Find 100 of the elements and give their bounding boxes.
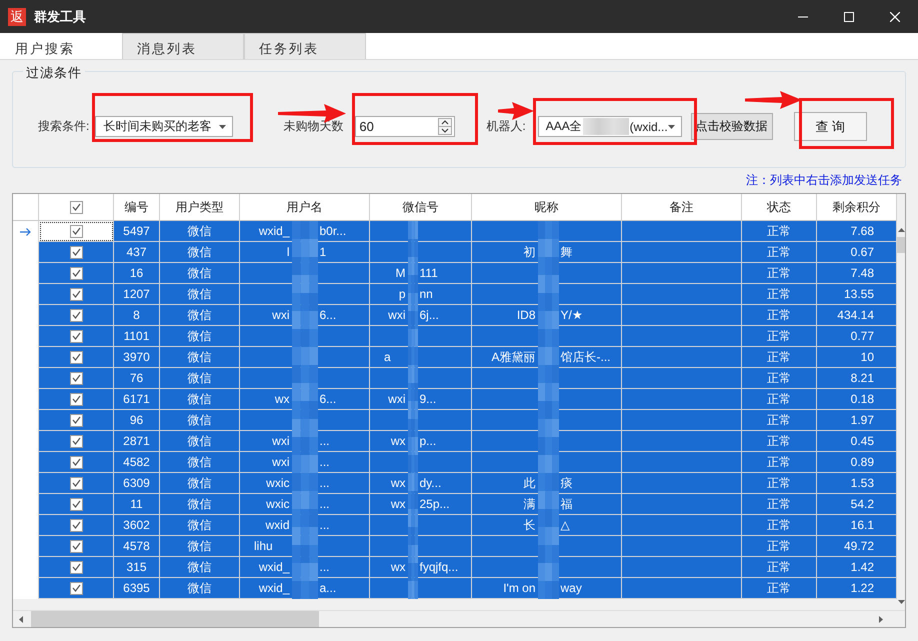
cell-text: ...: [320, 560, 330, 574]
checkbox[interactable]: [70, 560, 82, 574]
arrow-icon: [745, 91, 802, 109]
verify-button[interactable]: 点击校验数据: [690, 113, 773, 140]
window-title: 群发工具: [34, 8, 86, 26]
cell-text: lihu: [254, 539, 273, 553]
cell-text: ...: [320, 455, 330, 469]
cell-text: ...: [320, 518, 330, 532]
checkbox[interactable]: [70, 224, 82, 238]
field-label: 机器人:: [486, 118, 526, 135]
arrow-icon: [498, 102, 534, 120]
cell-text: p...: [420, 434, 436, 448]
table-cell: 正常: [742, 578, 817, 599]
cell-text: M: [396, 266, 406, 280]
scrollbar-thumb[interactable]: [31, 611, 319, 627]
checkbox[interactable]: [70, 582, 82, 594]
checkbox[interactable]: [70, 372, 82, 384]
table-row[interactable]: 11 微信 wxic ... wx 25p... 满 福 正常 54.2: [13, 494, 897, 515]
checkbox[interactable]: [70, 330, 82, 342]
table-row[interactable]: 76 微信 正常 8.21: [13, 368, 897, 389]
caret-icon: [668, 124, 675, 128]
table-row[interactable]: 2871 微信 wxi ... wx p... 正常 0.45: [13, 431, 897, 452]
cell-text: a...: [320, 581, 336, 595]
cell-text: I'm on: [503, 581, 536, 595]
app-icon: 返: [8, 8, 26, 26]
group-title: 过滤条件: [23, 64, 85, 82]
table-row[interactable]: 5497 微信 wxid_ b0r... 正常 7.68: [13, 221, 897, 242]
cell-text: ...: [320, 476, 330, 490]
maximize-icon[interactable]: [844, 12, 854, 22]
cell-text: 25p...: [420, 497, 450, 511]
number-field[interactable]: 60: [355, 116, 456, 137]
checkbox[interactable]: [70, 308, 82, 322]
checkbox[interactable]: [70, 498, 82, 510]
table-row[interactable]: 437 微信 l 1 初 舞 正常 0.67: [13, 242, 897, 263]
table-row[interactable]: 3602 微信 wxid ... 长 △ 正常 16.1: [13, 515, 897, 536]
checkbox[interactable]: [70, 434, 82, 448]
field-label: 搜索条件:: [38, 118, 90, 135]
cell-text: b0r...: [320, 224, 346, 238]
close-icon[interactable]: [890, 12, 900, 22]
table-row[interactable]: 4578 微信 lihu 正常 49.72: [13, 536, 897, 557]
table-row[interactable]: 4582 微信 wxi ... 正常 0.89: [13, 452, 897, 473]
cell-text: ...: [320, 434, 330, 448]
scrollbar-thumb[interactable]: [897, 237, 905, 253]
cell-text: wxid_: [258, 581, 290, 595]
cell-text: wxid_: [258, 560, 290, 574]
cell-text: dy...: [420, 476, 442, 490]
table-row[interactable]: 6395 微信 wxid_ a... I'm on way 正常 1.22: [13, 578, 897, 599]
table-row[interactable]: 1101 微信 正常 0.77: [13, 326, 897, 347]
checkbox[interactable]: [70, 288, 82, 300]
table-row[interactable]: 315 微信 wxid_ ... wx fyqjfq... 正常 1.42: [13, 557, 897, 578]
cell-text: 1: [320, 245, 326, 259]
cell-text: 6...: [320, 392, 336, 406]
table-row[interactable]: 3970 微信 a A雅黛丽 馆店长-... 正常 10: [13, 347, 897, 368]
checkbox[interactable]: [70, 266, 82, 280]
cell-text: nn: [420, 287, 433, 301]
cell-text: wxic: [266, 497, 290, 511]
cell-text: p: [398, 287, 406, 301]
checkbox[interactable]: [70, 476, 82, 490]
cell-text: 6...: [320, 308, 336, 322]
scroll-down-icon[interactable]: [898, 600, 904, 604]
spinner-icon[interactable]: [438, 118, 452, 135]
cell-text: Y/★: [560, 308, 583, 322]
checkbox[interactable]: [70, 200, 82, 214]
cell-text: wxid_: [258, 224, 290, 238]
caret-icon: [219, 124, 226, 128]
cell-text: wxic: [266, 476, 290, 490]
table-row[interactable]: 6309 微信 wxic ... wx dy... 此 痰 正常 1.53: [13, 473, 897, 494]
scroll-left-icon[interactable]: [19, 616, 23, 623]
checkbox[interactable]: [70, 456, 82, 468]
cell-text: 痰: [560, 474, 572, 492]
scroll-up-icon[interactable]: [898, 228, 904, 232]
dropdown[interactable]: AAA全 (wxid...: [538, 116, 682, 137]
cell-text: ID8: [516, 308, 536, 322]
checkbox[interactable]: [70, 540, 82, 552]
table-row[interactable]: 1207 微信 p nn 正常 13.55: [13, 284, 897, 305]
table-cell: 微信: [160, 578, 240, 599]
scroll-right-icon[interactable]: [879, 616, 883, 623]
dropdown[interactable]: 长时间未购买的老客: [95, 116, 234, 137]
table-cell: 6395: [114, 578, 160, 599]
tab[interactable]: 消息列表: [122, 33, 244, 59]
cell-text: wxi: [272, 308, 290, 322]
checkbox[interactable]: [70, 392, 82, 406]
table-row[interactable]: 8 微信 wxi 6... wxi 6j... ID8 Y/★ 正常 434.14: [13, 305, 897, 326]
table-row[interactable]: 16 微信 M 111 正常 7.48: [13, 263, 897, 284]
cell-text: 此: [524, 474, 536, 492]
cell-text: wx: [274, 392, 290, 406]
checkbox[interactable]: [70, 414, 82, 426]
table-row[interactable]: 6171 微信 wx 6... wxi 9... 正常 0.18: [13, 389, 897, 410]
cell-text: 初: [524, 244, 536, 260]
cell-text: wxi: [272, 434, 290, 448]
cell-text: A雅黛丽: [491, 348, 536, 366]
table-row[interactable]: 96 微信 正常 1.97: [13, 410, 897, 431]
cell-text: fyqjfq...: [420, 560, 458, 574]
checkbox[interactable]: [70, 350, 82, 364]
checkbox[interactable]: [70, 518, 82, 532]
cell-text: l: [286, 245, 290, 259]
checkbox[interactable]: [70, 246, 82, 258]
query-button[interactable]: 查 询: [794, 112, 867, 141]
tab[interactable]: 任务列表: [244, 33, 366, 59]
cell-text: ...: [320, 497, 330, 511]
